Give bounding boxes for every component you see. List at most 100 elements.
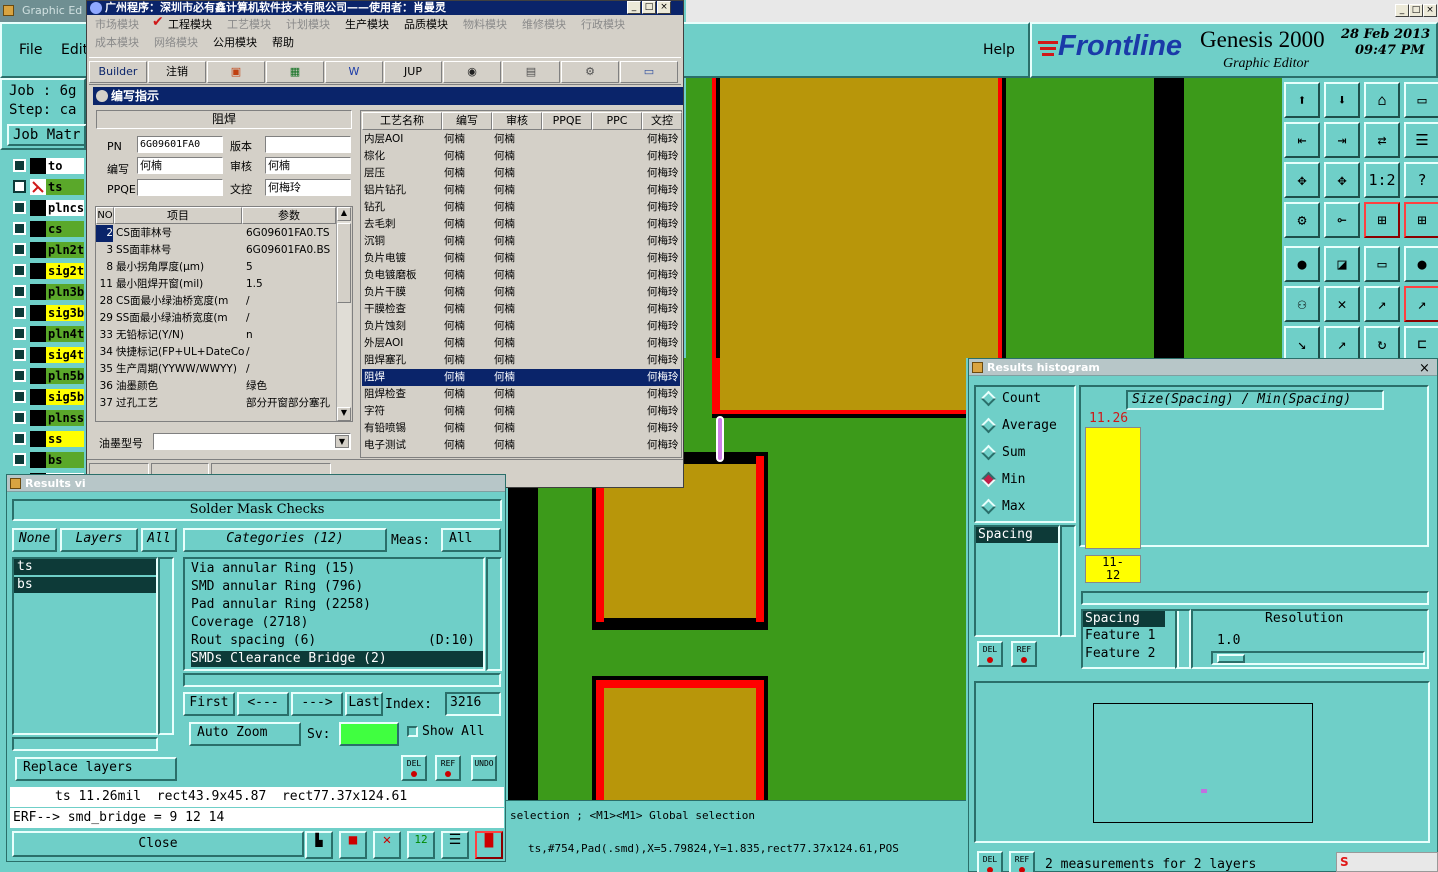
stat-option-average[interactable]: Average bbox=[980, 417, 1057, 434]
settings-icon[interactable]: ⚙ bbox=[1284, 202, 1320, 238]
layer-checkbox[interactable] bbox=[13, 243, 26, 256]
radio-icon[interactable] bbox=[980, 390, 997, 407]
param-row[interactable]: 8 最小拐角厚度(μm) 5 bbox=[96, 259, 336, 276]
layer-checkbox[interactable] bbox=[13, 201, 26, 214]
none-button[interactable]: None bbox=[12, 528, 57, 552]
layer-affected-indicator[interactable] bbox=[30, 347, 46, 363]
swap-icon[interactable]: ⇄ bbox=[1364, 122, 1400, 158]
dialog-menu-item[interactable]: 行政模块 bbox=[581, 16, 625, 32]
excel-icon[interactable]: ▦ bbox=[266, 61, 324, 83]
jup-button[interactable]: JUP bbox=[384, 61, 442, 83]
layer-name[interactable]: to bbox=[46, 158, 84, 174]
dialog-maximize[interactable]: □ bbox=[642, 1, 656, 14]
line-icon[interactable]: ↘ bbox=[1284, 326, 1320, 362]
grid-header[interactable]: 文控 bbox=[642, 112, 682, 130]
window-icon[interactable]: ▭ bbox=[1404, 82, 1438, 118]
param-scrollbar[interactable]: ▲ ▼ bbox=[336, 207, 351, 421]
layer-affected-indicator[interactable] bbox=[30, 242, 46, 258]
close-button[interactable]: × bbox=[1423, 4, 1437, 17]
grid-header[interactable]: 审核 bbox=[492, 112, 542, 130]
layer-name[interactable]: plncs bbox=[46, 200, 84, 216]
layer-name[interactable]: pln4t bbox=[46, 326, 84, 342]
auto-zoom-select[interactable]: Auto Zoom bbox=[189, 722, 301, 746]
close-results-button[interactable]: Close bbox=[12, 831, 304, 857]
dialog-menu-item[interactable]: 工程模块 bbox=[168, 16, 212, 32]
dialog-menu-item[interactable]: 维修模块 bbox=[522, 16, 566, 32]
replace-layers-select[interactable]: Replace layers bbox=[15, 757, 177, 781]
param-row[interactable]: 28 CS面最小绿油桥宽度(m / bbox=[96, 293, 336, 310]
layer-checkbox[interactable] bbox=[13, 411, 26, 424]
chart-icon-3[interactable]: ✕ bbox=[373, 831, 401, 859]
layer-affected-indicator[interactable] bbox=[30, 368, 46, 384]
chart-hscroll[interactable] bbox=[1081, 591, 1429, 605]
layer-row[interactable]: sig4t bbox=[10, 345, 84, 364]
grid-row[interactable]: 负片蚀刻 何楠 何楠 何梅玲 bbox=[362, 318, 680, 335]
connect-icon[interactable]: ⚇ bbox=[1284, 286, 1320, 322]
category-item[interactable]: Pad annular Ring (2258) bbox=[191, 597, 483, 613]
layer-row[interactable]: sig5b bbox=[10, 387, 84, 406]
radio-icon[interactable] bbox=[980, 417, 997, 434]
del-button[interactable]: DEL bbox=[401, 755, 427, 781]
spacing-list[interactable]: Spacing bbox=[974, 525, 1060, 637]
first-button[interactable]: First bbox=[183, 692, 235, 716]
layer-name[interactable]: sig4t bbox=[46, 347, 84, 363]
layer-name[interactable]: ss bbox=[46, 431, 84, 447]
param-row[interactable]: 35 生产周期(YYWW/WWYY) / bbox=[96, 361, 336, 378]
review-field[interactable]: 何楠 bbox=[265, 157, 351, 174]
home-icon[interactable]: ⌂ bbox=[1364, 82, 1400, 118]
dot-icon[interactable]: ● bbox=[1404, 246, 1438, 282]
radio-icon[interactable] bbox=[980, 498, 997, 515]
list-icon[interactable]: ☰ bbox=[1404, 122, 1438, 158]
resolution-slider-thumb[interactable] bbox=[1217, 654, 1245, 663]
dialog-menu-item[interactable]: 品质模块 bbox=[404, 16, 448, 32]
grid-row[interactable]: 阻焊检查 何楠 何楠 何梅玲 bbox=[362, 386, 680, 403]
move-down-icon[interactable]: ⬇ bbox=[1324, 82, 1360, 118]
grid-row[interactable]: 外层AOI 何楠 何楠 何梅玲 bbox=[362, 335, 680, 352]
layer-checkbox[interactable] bbox=[13, 432, 26, 445]
last-button[interactable]: Last bbox=[345, 692, 383, 716]
maximize-button[interactable]: □ bbox=[1409, 4, 1423, 17]
ime-toolbar[interactable]: S bbox=[1336, 852, 1438, 872]
histogram-icon[interactable]: ▇ bbox=[475, 831, 503, 859]
layer-checkbox[interactable] bbox=[13, 222, 26, 235]
index-input[interactable]: 3216 bbox=[445, 692, 501, 716]
sv-color-select[interactable] bbox=[339, 722, 399, 746]
category-item[interactable]: Via annular Ring (15) bbox=[191, 561, 483, 577]
feature-list-scroll[interactable] bbox=[1175, 609, 1191, 669]
category-item[interactable]: Rout spacing (6) (D:10) bbox=[191, 633, 483, 649]
layer-row[interactable]: cs bbox=[10, 219, 84, 238]
grid-row[interactable]: 负片干膜 何楠 何楠 何梅玲 bbox=[362, 284, 680, 301]
dialog-minimize[interactable]: _ bbox=[627, 1, 641, 14]
layer-list-vscroll[interactable] bbox=[158, 557, 174, 735]
dialog-menu-item[interactable]: 生产模块 bbox=[345, 16, 389, 32]
line-alt-icon[interactable]: ↗ bbox=[1324, 326, 1360, 362]
chart-icon-4[interactable]: 12 bbox=[407, 831, 435, 859]
param-row[interactable]: 29 SS面最小绿油桥宽度(m / bbox=[96, 310, 336, 327]
grid-header[interactable]: PPQE bbox=[542, 112, 592, 130]
layer-checkbox[interactable] bbox=[13, 180, 26, 193]
stat-option-count[interactable]: Count bbox=[980, 390, 1041, 407]
layers-button[interactable]: Layers bbox=[60, 528, 138, 552]
chart-icon-1[interactable]: ▙ bbox=[305, 831, 333, 859]
chart-icon-2[interactable]: ■ bbox=[339, 831, 367, 859]
param-row[interactable]: 34 快捷标记(FP+UL+DateCo / bbox=[96, 344, 336, 361]
category-item[interactable]: SMD annular Ring (796) bbox=[191, 579, 483, 595]
feature-2[interactable]: Feature 2 bbox=[1083, 645, 1177, 663]
layer-row[interactable]: bs bbox=[10, 450, 84, 469]
tool-icon-1[interactable]: ▣ bbox=[207, 61, 265, 83]
zoom-center-icon[interactable]: ✥ bbox=[1324, 162, 1360, 198]
radio-icon[interactable] bbox=[980, 471, 997, 488]
layer-affected-indicator[interactable] bbox=[30, 284, 46, 300]
footer-ref-button[interactable]: REF bbox=[1009, 851, 1035, 872]
dialog-menu-item[interactable]: 成本模块 bbox=[95, 34, 139, 50]
dialog-menu-item[interactable]: 市场模块 bbox=[95, 16, 139, 32]
meas-select[interactable]: All bbox=[441, 528, 501, 552]
layer-affected-indicator[interactable] bbox=[30, 389, 46, 405]
layer-row[interactable]: ss bbox=[10, 429, 84, 448]
layer-row[interactable]: pln5b bbox=[10, 366, 84, 385]
dialog-menu-item[interactable]: 帮助 bbox=[272, 34, 294, 50]
param-row[interactable]: 11 最小阻焊开窗(mil) 1.5 bbox=[96, 276, 336, 293]
dialog-menu-item[interactable]: 网络模块 bbox=[154, 34, 198, 50]
hist-del-button[interactable]: DEL bbox=[977, 641, 1003, 667]
grid-row[interactable]: 干膜检查 何楠 何楠 何梅玲 bbox=[362, 301, 680, 318]
